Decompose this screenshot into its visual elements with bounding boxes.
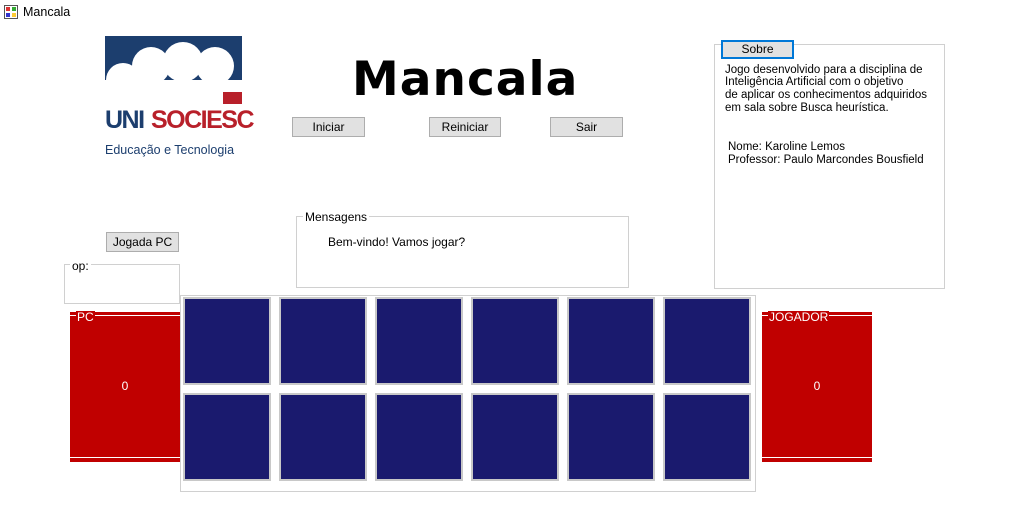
store-jogador-bottom-border	[762, 457, 872, 458]
logo-clouds-graphic	[105, 36, 242, 104]
logo-text-uni: UNI	[105, 106, 145, 134]
about-description-line-4: em sala sobre Busca heurística.	[725, 102, 889, 114]
about-description-line-1: Jogo desenvolvido para a disciplina de	[725, 64, 923, 76]
message-text: Bem-vindo! Vamos jogar?	[328, 235, 466, 249]
pit-player-6[interactable]	[663, 393, 751, 481]
unisociesc-logo: UNI SOCIESC Educação e Tecnologia	[105, 36, 255, 158]
pit-player-5[interactable]	[567, 393, 655, 481]
pit-player-1[interactable]	[183, 393, 271, 481]
app-icon	[4, 5, 18, 19]
messages-group	[296, 216, 629, 288]
pit-player-4[interactable]	[471, 393, 559, 481]
title-bar: Mancala	[0, 0, 1013, 26]
logo-tagline: Educação e Tecnologia	[105, 143, 235, 157]
logo-text-sociesc: SOCIESC	[151, 106, 255, 134]
op-legend: op:	[70, 259, 91, 273]
store-pc-count: 0	[121, 379, 129, 393]
pit-pc-5[interactable]	[567, 297, 655, 385]
about-description-line-2: Inteligência Artificial com o objetivo	[725, 76, 904, 88]
store-jogador: JOGADOR 0	[762, 311, 872, 462]
exit-button[interactable]: Sair	[550, 117, 623, 137]
start-button[interactable]: Iniciar	[292, 117, 365, 137]
mancala-board	[180, 295, 756, 492]
pit-player-2[interactable]	[279, 393, 367, 481]
professor-name: Professor: Paulo Marcondes Bousfield	[728, 154, 924, 166]
pc-move-button[interactable]: Jogada PC	[106, 232, 179, 252]
about-button[interactable]: Sobre	[721, 40, 794, 59]
page-title: Mancala	[352, 52, 579, 107]
pit-pc-4[interactable]	[471, 297, 559, 385]
window-title: Mancala	[23, 5, 71, 19]
store-jogador-count: 0	[813, 379, 821, 393]
pit-pc-6[interactable]	[663, 297, 751, 385]
pit-player-3[interactable]	[375, 393, 463, 481]
pit-pc-2[interactable]	[279, 297, 367, 385]
store-pc: PC 0	[70, 311, 180, 462]
store-pc-label: PC	[76, 310, 95, 324]
about-description-line-3: de aplicar os conhecimentos adquiridos	[725, 89, 928, 101]
author-name: Nome: Karoline Lemos	[728, 141, 845, 153]
store-jogador-label: JOGADOR	[768, 310, 830, 324]
messages-legend: Mensagens	[303, 210, 370, 224]
restart-button[interactable]: Reiniciar	[429, 117, 501, 137]
store-pc-bottom-border	[70, 457, 180, 458]
pit-pc-3[interactable]	[375, 297, 463, 385]
pit-pc-1[interactable]	[183, 297, 271, 385]
